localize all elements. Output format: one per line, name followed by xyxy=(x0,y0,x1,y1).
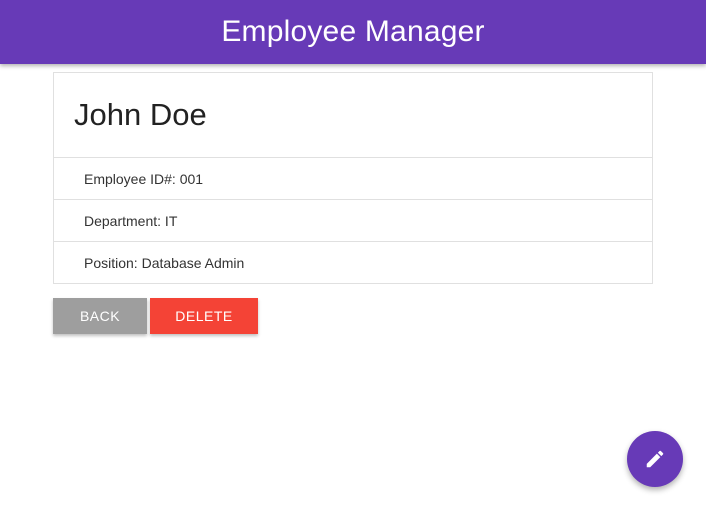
back-button[interactable]: BACK xyxy=(53,298,147,334)
app-title: Employee Manager xyxy=(221,15,485,48)
app-bar: Employee Manager xyxy=(0,0,706,64)
department-row: Department: IT xyxy=(54,200,652,242)
employee-card-header: John Doe xyxy=(54,73,652,158)
position-row: Position: Database Admin xyxy=(84,255,245,271)
employee-id-row: Employee ID#: 001 xyxy=(54,158,652,200)
delete-button[interactable]: DELETE xyxy=(150,298,258,334)
pencil-icon xyxy=(646,450,664,468)
employee-name: John Doe xyxy=(74,97,207,132)
employee-card: John Doe Employee ID#: 001 Department: I… xyxy=(53,72,653,284)
edit-fab-button[interactable] xyxy=(627,431,683,487)
